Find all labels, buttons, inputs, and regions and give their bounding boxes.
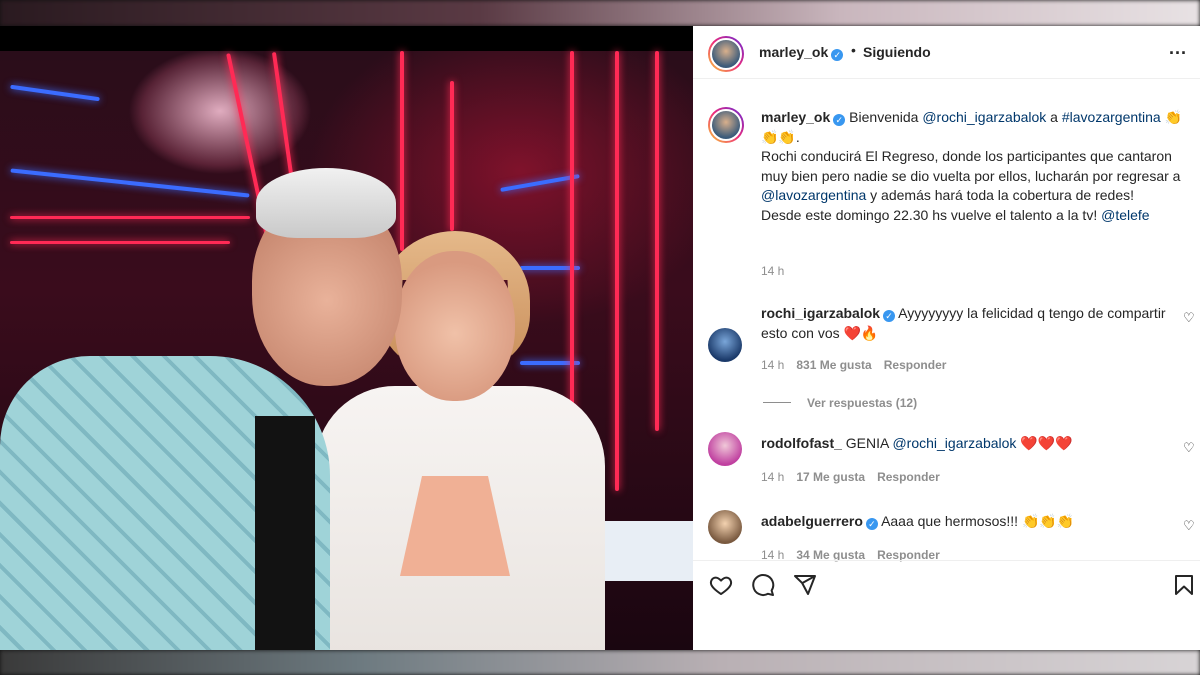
- comment-time[interactable]: 14 h: [761, 358, 784, 372]
- caption-time[interactable]: 14 h: [761, 264, 784, 278]
- man-shirt: [255, 416, 315, 650]
- stage-light: [500, 174, 580, 192]
- commenter-avatar[interactable]: [708, 510, 742, 544]
- post-header: marley_ok ✓ • Siguiendo ...: [693, 26, 1200, 79]
- heart-icon[interactable]: [709, 573, 733, 597]
- comment-likes[interactable]: 17 Me gusta: [796, 470, 865, 484]
- caption-username[interactable]: marley_ok: [761, 109, 830, 125]
- neon-stripe: [615, 51, 619, 491]
- author-username[interactable]: marley_ok ✓: [759, 44, 844, 61]
- action-bar: [693, 560, 1200, 600]
- like-comment-heart-icon[interactable]: ♡: [1183, 310, 1195, 326]
- heart-fire-emoji: ❤️🔥: [843, 324, 879, 341]
- neon-stripe: [450, 81, 454, 231]
- commenter-username[interactable]: rochi_igarzabalok: [761, 305, 880, 321]
- clap-emoji: 👏: [1164, 109, 1183, 125]
- neon-stripe: [10, 216, 250, 219]
- mention-link[interactable]: @rochi_igarzabalok: [922, 109, 1046, 125]
- neon-stripe: [400, 51, 404, 251]
- comment-text: rochi_igarzabalok ✓ Ayyyyyyyy la felicida…: [761, 305, 1166, 341]
- verified-icon: ✓: [833, 114, 846, 126]
- mention-link[interactable]: @telefe: [1101, 207, 1149, 223]
- post-photo[interactable]: [0, 26, 693, 650]
- commenter-avatar[interactable]: [708, 328, 742, 362]
- bookmark-icon[interactable]: [1172, 573, 1196, 597]
- stage-light: [10, 84, 100, 102]
- verified-icon: ✓: [831, 49, 844, 61]
- comment-time[interactable]: 14 h: [761, 470, 784, 484]
- replies-divider: [763, 402, 791, 403]
- stage-light: [10, 168, 250, 198]
- caption-avatar[interactable]: [708, 107, 744, 143]
- footer-blank: [693, 602, 1200, 650]
- reply-button[interactable]: Responder: [877, 470, 940, 484]
- like-comment-heart-icon[interactable]: ♡: [1183, 518, 1195, 534]
- hashtag-link[interactable]: #lavozargentina: [1062, 109, 1161, 125]
- view-replies-button[interactable]: Ver respuestas (12): [807, 396, 917, 410]
- following-button[interactable]: Siguiendo: [863, 44, 931, 60]
- background-blur-bottom: [0, 650, 1200, 675]
- verified-icon: ✓: [865, 518, 878, 530]
- commenter-username[interactable]: adabelguerrero: [761, 513, 863, 529]
- reply-button[interactable]: Responder: [884, 358, 947, 372]
- photo-top-band: [0, 26, 693, 51]
- verified-icon: ✓: [883, 310, 896, 322]
- comment-meta: 14 h 17 Me gusta Responder: [761, 470, 952, 484]
- neon-stripe: [655, 51, 659, 431]
- stage-floor: [600, 521, 693, 581]
- post-side-panel: marley_ok ✓ • Siguiendo ... marley_ok ✓ Bi…: [693, 26, 1200, 650]
- comment-text: adabelguerrero ✓ Aaaa que hermosos!!! 👏👏👏: [761, 513, 1075, 530]
- commenter-username[interactable]: rodolfofast_: [761, 435, 842, 451]
- commenter-avatar[interactable]: [708, 432, 742, 466]
- woman-face: [395, 251, 515, 401]
- comment-likes[interactable]: 831 Me gusta: [796, 358, 871, 372]
- background-blur-top: [0, 0, 1200, 26]
- clap-emoji: 👏👏👏: [1021, 513, 1075, 529]
- man-hair: [256, 168, 396, 238]
- comment-text: rodolfofast_ GENIA @rochi_igarzabalok ❤️…: [761, 435, 1073, 451]
- comment-meta: 14 h 831 Me gusta Responder: [761, 358, 958, 372]
- clap-emoji: 👏👏: [761, 128, 796, 145]
- more-options-icon[interactable]: ...: [1169, 38, 1187, 59]
- red-hearts-emoji: ❤️❤️❤️: [1016, 435, 1073, 451]
- mention-link[interactable]: @rochi_igarzabalok: [892, 435, 1016, 451]
- author-avatar[interactable]: [708, 36, 744, 72]
- comments-section: marley_ok ✓ Bienvenida @rochi_igarzabalok…: [693, 80, 1200, 562]
- neon-stripe: [10, 241, 230, 244]
- caption-text: marley_ok ✓ Bienvenida @rochi_igarzabalok…: [761, 109, 1183, 223]
- separator-dot: •: [851, 42, 856, 58]
- like-comment-heart-icon[interactable]: ♡: [1183, 440, 1195, 456]
- share-icon[interactable]: [793, 573, 817, 597]
- comment-icon[interactable]: [751, 573, 775, 597]
- mention-link[interactable]: @lavozargentina: [761, 187, 866, 203]
